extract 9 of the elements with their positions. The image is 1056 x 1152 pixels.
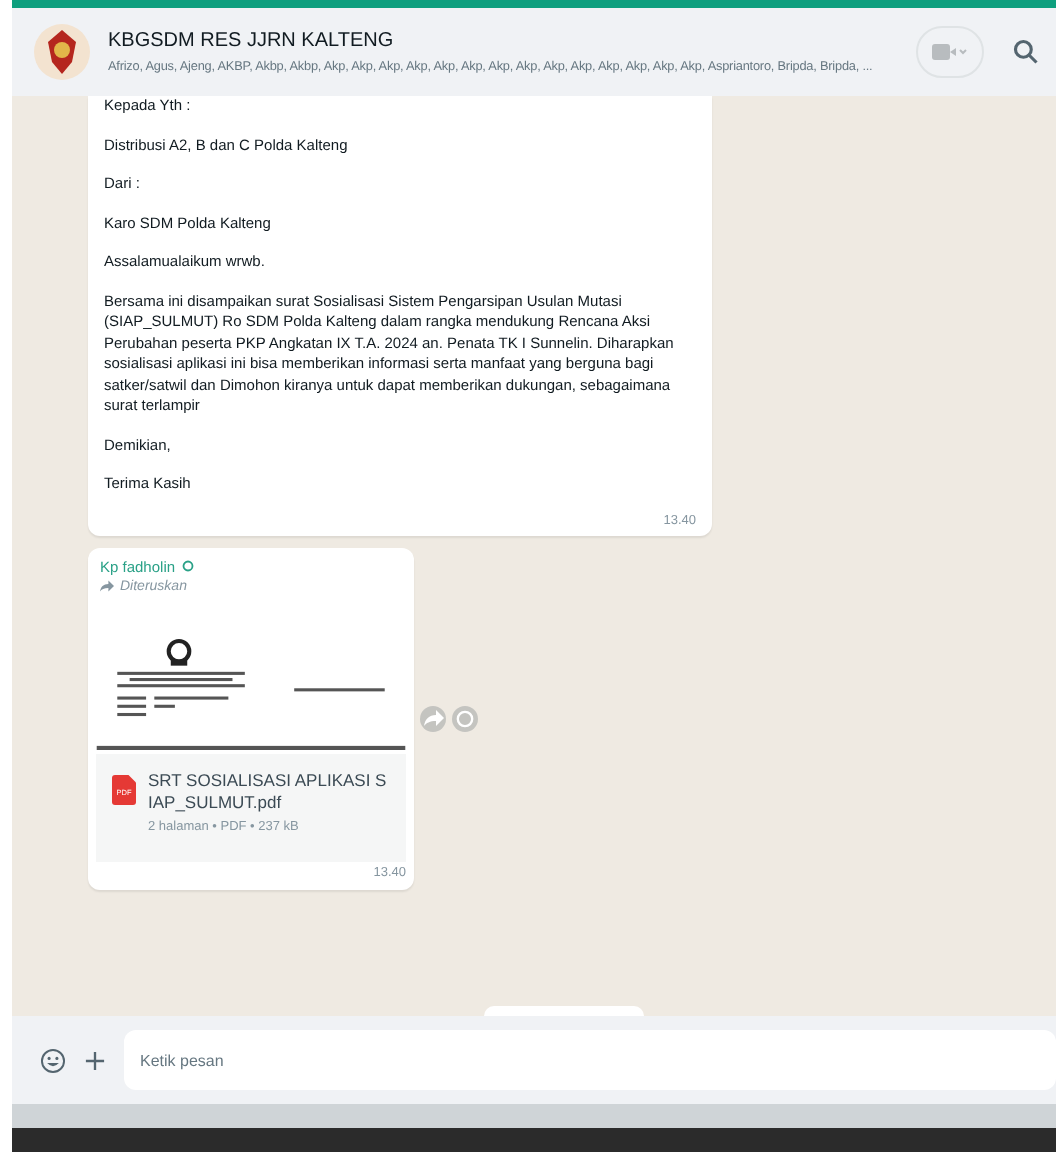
message-input[interactable]: Ketik pesan xyxy=(124,1030,1056,1090)
emoji-icon[interactable] xyxy=(40,1047,66,1073)
search-icon[interactable] xyxy=(1012,38,1040,66)
group-name: KBGSDM RES JJRN KALTENG xyxy=(108,30,396,52)
group-avatar-icon[interactable] xyxy=(32,22,92,82)
video-camera-icon xyxy=(932,42,968,62)
contact-icon xyxy=(181,560,194,572)
plus-icon[interactable] xyxy=(82,1047,108,1073)
file-name: SRT SOSIALISASI APLIKASI SIAP_SULMUT.pdf xyxy=(148,769,389,813)
